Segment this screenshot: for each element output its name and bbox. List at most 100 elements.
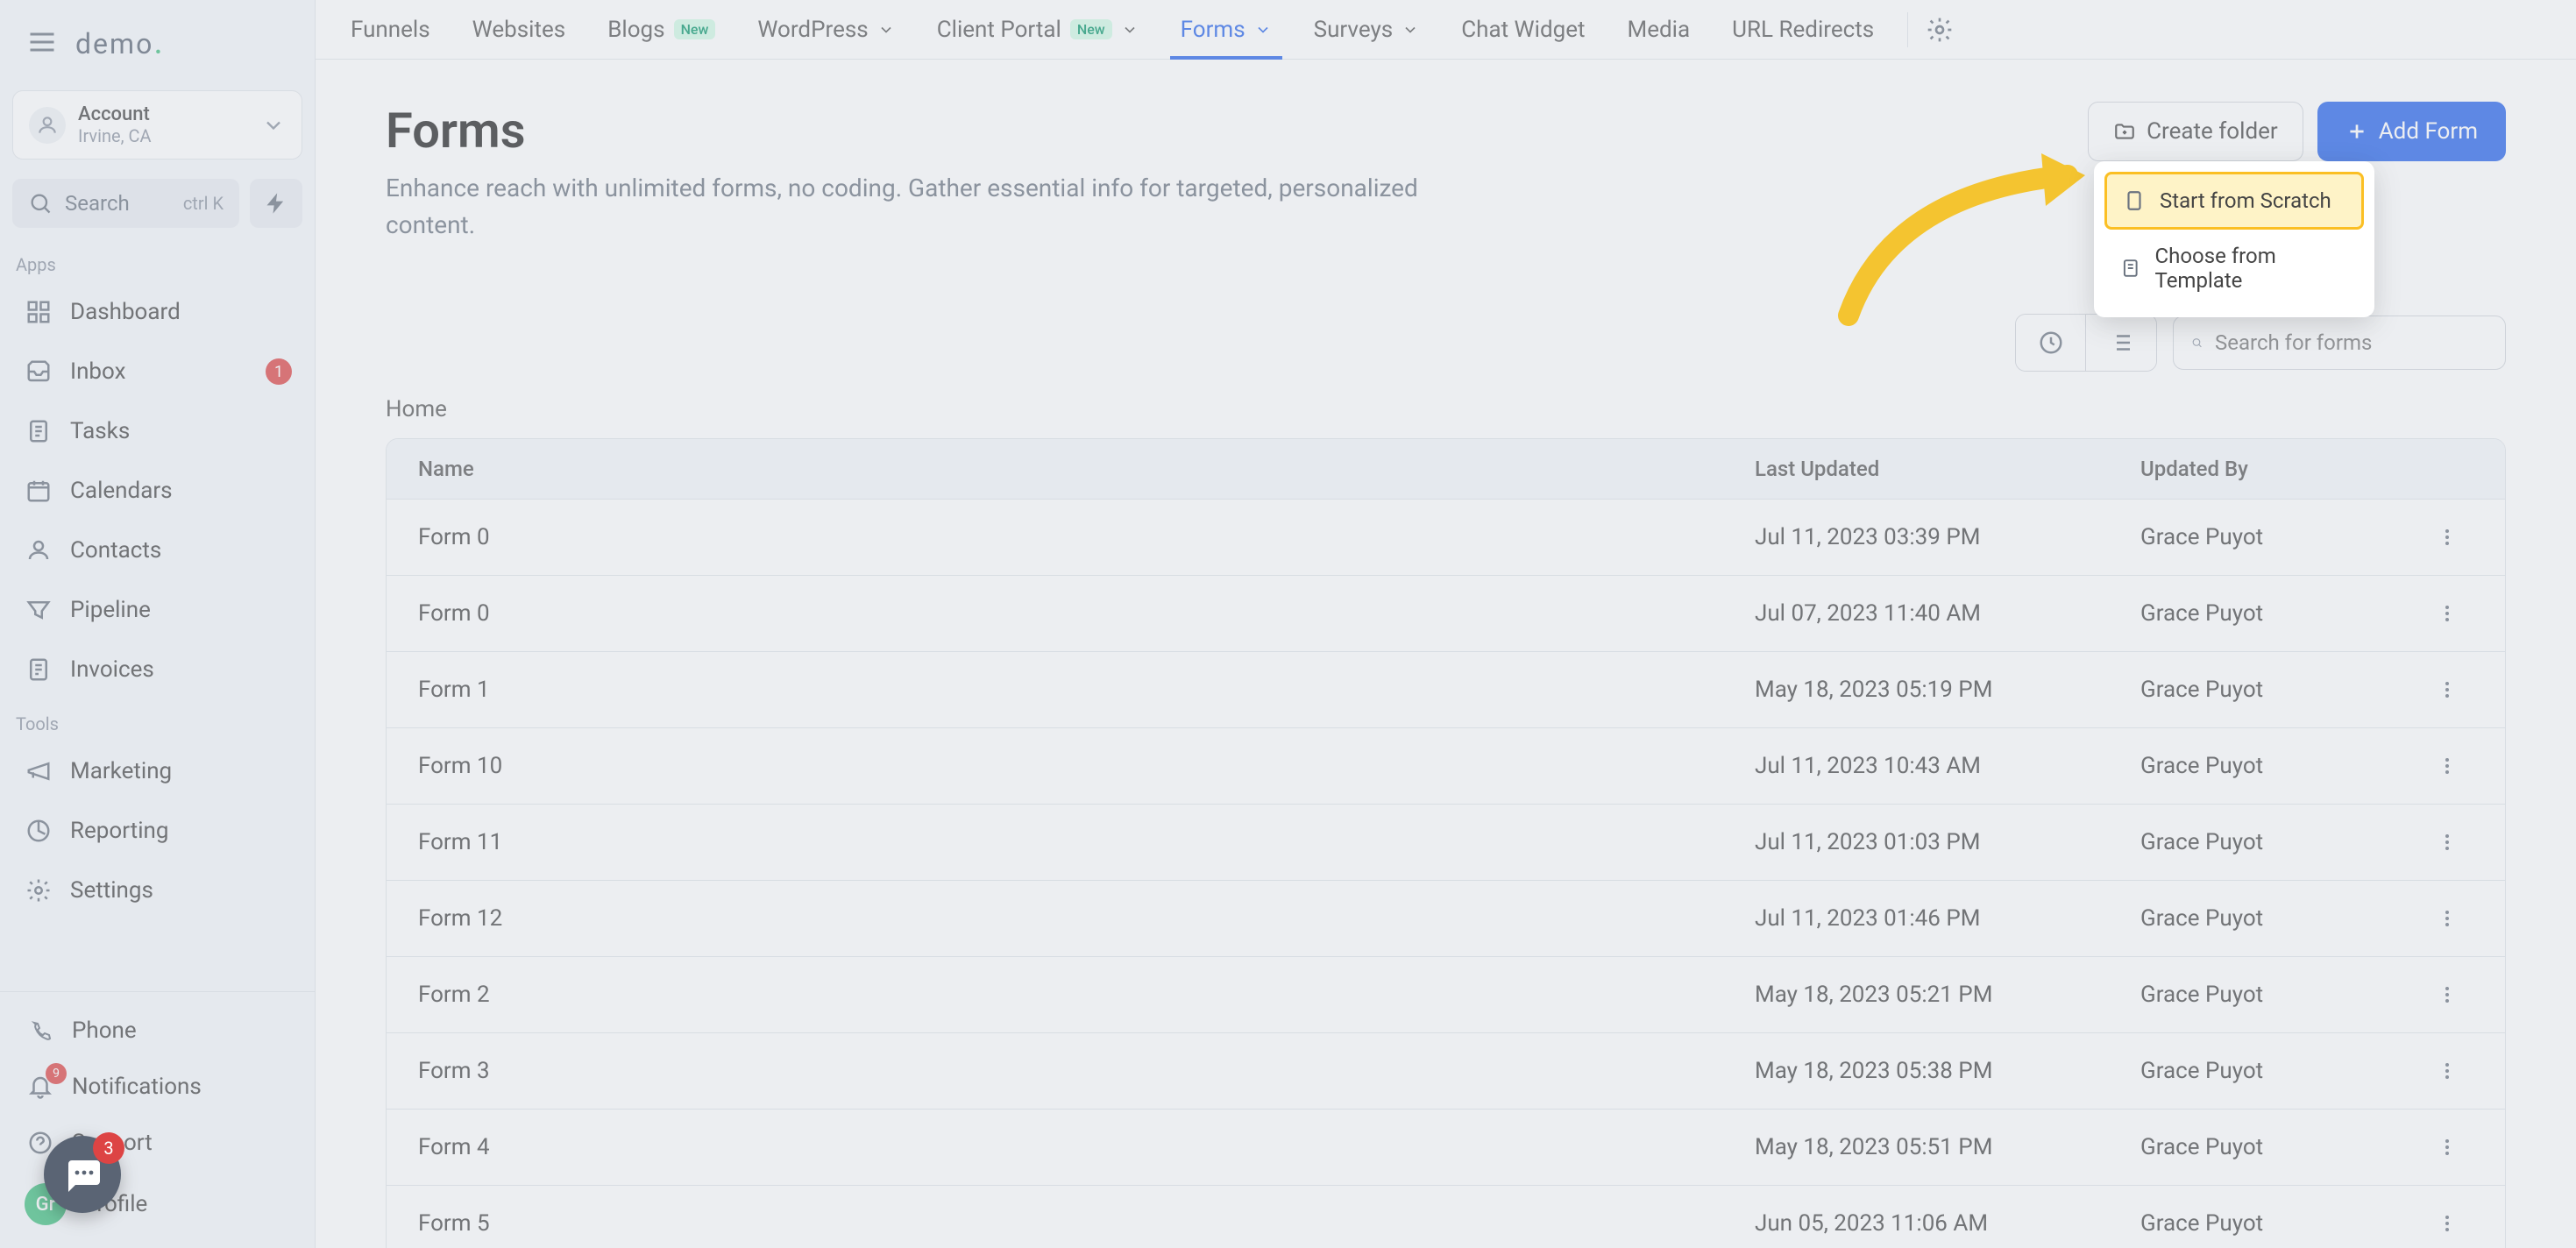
row-actions-button[interactable] [2421, 603, 2473, 624]
global-search[interactable]: Search ctrl K [12, 179, 239, 228]
chevron-down-icon [261, 113, 286, 138]
dashboard-icon [23, 296, 54, 328]
tab-chat-widget[interactable]: Chat Widget [1442, 1, 1604, 59]
table-row[interactable]: Form 0Jul 07, 2023 11:40 AMGrace Puyot [387, 575, 2505, 651]
sidebar-item-invoices[interactable]: Invoices [7, 642, 308, 698]
kebab-icon [2437, 1137, 2458, 1158]
cell-updated: May 18, 2023 05:19 PM [1755, 677, 2140, 703]
cell-updated: Jul 11, 2023 03:39 PM [1755, 524, 2140, 550]
cell-updated: Jul 07, 2023 11:40 AM [1755, 600, 2140, 627]
kebab-icon [2437, 679, 2458, 700]
sidebar-item-settings[interactable]: Settings [7, 862, 308, 918]
tab-funnels[interactable]: Funnels [331, 1, 450, 59]
invoices-icon [23, 654, 54, 685]
cell-name: Form 0 [418, 524, 1755, 550]
table-row[interactable]: Form 0Jul 11, 2023 03:39 PMGrace Puyot [387, 499, 2505, 575]
kebab-icon [2437, 908, 2458, 929]
breadcrumb[interactable]: Home [386, 396, 2506, 422]
tab-forms[interactable]: Forms [1161, 1, 1291, 59]
table-row[interactable]: Form 3May 18, 2023 05:38 PMGrace Puyot [387, 1032, 2505, 1109]
kebab-icon [2437, 1060, 2458, 1081]
table-row[interactable]: Form 2May 18, 2023 05:21 PMGrace Puyot [387, 956, 2505, 1032]
table-row[interactable]: Form 5Jun 05, 2023 11:06 AMGrace Puyot [387, 1185, 2505, 1248]
row-actions-button[interactable] [2421, 1060, 2473, 1081]
tab-blogs[interactable]: BlogsNew [588, 1, 734, 59]
tab-websites[interactable]: Websites [453, 1, 585, 59]
table-row[interactable]: Form 1May 18, 2023 05:19 PMGrace Puyot [387, 651, 2505, 727]
sidebar-item-pipeline[interactable]: Pipeline [7, 582, 308, 638]
section-apps: Apps [0, 240, 315, 282]
row-actions-button[interactable] [2421, 679, 2473, 700]
cell-name: Form 0 [418, 600, 1755, 627]
forms-search[interactable] [2173, 316, 2506, 370]
tab-surveys[interactable]: Surveys [1295, 1, 1439, 59]
add-form-button[interactable]: Add Form [2317, 102, 2506, 161]
search-icon [2191, 331, 2203, 354]
sidebar-item-calendars[interactable]: Calendars [7, 463, 308, 519]
inbox-badge: 1 [266, 358, 292, 385]
quick-actions-button[interactable] [250, 179, 302, 228]
plus-icon [2345, 120, 2368, 143]
cell-updated: Jul 11, 2023 10:43 AM [1755, 753, 2140, 779]
sidebar-item-inbox[interactable]: Inbox 1 [7, 344, 308, 400]
cell-by: Grace Puyot [2140, 1058, 2421, 1084]
contacts-icon [23, 535, 54, 566]
dropdown-choose-template[interactable]: Choose from Template [2104, 230, 2364, 307]
chevron-down-icon [1402, 21, 1419, 39]
sidebar-item-reporting[interactable]: Reporting [7, 803, 308, 859]
chat-widget-button[interactable]: 3 [44, 1136, 121, 1213]
row-actions-button[interactable] [2421, 984, 2473, 1005]
hamburger-menu-icon[interactable] [25, 25, 60, 60]
table-row[interactable]: Form 4May 18, 2023 05:51 PMGrace Puyot [387, 1109, 2505, 1185]
cell-by: Grace Puyot [2140, 829, 2421, 855]
inbox-icon [23, 356, 54, 387]
settings-icon [23, 875, 54, 906]
row-actions-button[interactable] [2421, 527, 2473, 548]
row-actions-button[interactable] [2421, 908, 2473, 929]
topbar-settings-button[interactable] [1922, 12, 1957, 47]
cell-updated: Jun 05, 2023 11:06 AM [1755, 1210, 2140, 1237]
search-label: Search [65, 191, 171, 216]
row-actions-button[interactable] [2421, 832, 2473, 853]
table-row[interactable]: Form 11Jul 11, 2023 01:03 PMGrace Puyot [387, 804, 2505, 880]
tab-client-portal[interactable]: Client PortalNew [918, 1, 1158, 59]
reporting-icon [23, 815, 54, 847]
bolt-icon [264, 191, 288, 216]
sidebar-item-tasks[interactable]: Tasks [7, 403, 308, 459]
sidebar-item-phone[interactable]: Phone [0, 1003, 315, 1059]
page-title: Forms [386, 102, 2053, 160]
row-actions-button[interactable] [2421, 1137, 2473, 1158]
pipeline-icon [23, 594, 54, 626]
tab-url-redirects[interactable]: URL Redirects [1713, 1, 1893, 59]
forms-search-input[interactable] [2215, 330, 2487, 355]
table-row[interactable]: Form 12Jul 11, 2023 01:46 PMGrace Puyot [387, 880, 2505, 956]
search-icon [28, 191, 53, 216]
phone-icon [25, 1015, 56, 1046]
cell-updated: Jul 11, 2023 01:03 PM [1755, 829, 2140, 855]
page-subtitle: Enhance reach with unlimited forms, no c… [386, 170, 1437, 244]
sidebar-item-contacts[interactable]: Contacts [7, 522, 308, 578]
megaphone-icon [23, 755, 54, 787]
kebab-icon [2437, 832, 2458, 853]
tab-media[interactable]: Media [1608, 1, 1710, 59]
cell-updated: May 18, 2023 05:21 PM [1755, 982, 2140, 1008]
cell-name: Form 11 [418, 829, 1755, 855]
chevron-down-icon [1254, 21, 1272, 39]
row-actions-button[interactable] [2421, 755, 2473, 776]
row-actions-button[interactable] [2421, 1213, 2473, 1234]
notifications-badge: 9 [46, 1063, 67, 1084]
sidebar-item-marketing[interactable]: Marketing [7, 743, 308, 799]
kebab-icon [2437, 603, 2458, 624]
dropdown-start-from-scratch[interactable]: Start from Scratch [2104, 172, 2364, 230]
account-switcher[interactable]: Account Irvine, CA [12, 90, 302, 160]
sidebar-item-notifications[interactable]: 9 Notifications [0, 1059, 315, 1115]
tasks-icon [23, 415, 54, 447]
col-header-name: Name [418, 457, 1755, 481]
annotation-arrow [1822, 140, 2120, 333]
sidebar-item-dashboard[interactable]: Dashboard [7, 284, 308, 340]
table-row[interactable]: Form 10Jul 11, 2023 10:43 AMGrace Puyot [387, 727, 2505, 804]
tab-wordpress[interactable]: WordPress [738, 1, 913, 59]
calendar-icon [23, 475, 54, 507]
chevron-down-icon [1121, 21, 1139, 39]
kebab-icon [2437, 527, 2458, 548]
